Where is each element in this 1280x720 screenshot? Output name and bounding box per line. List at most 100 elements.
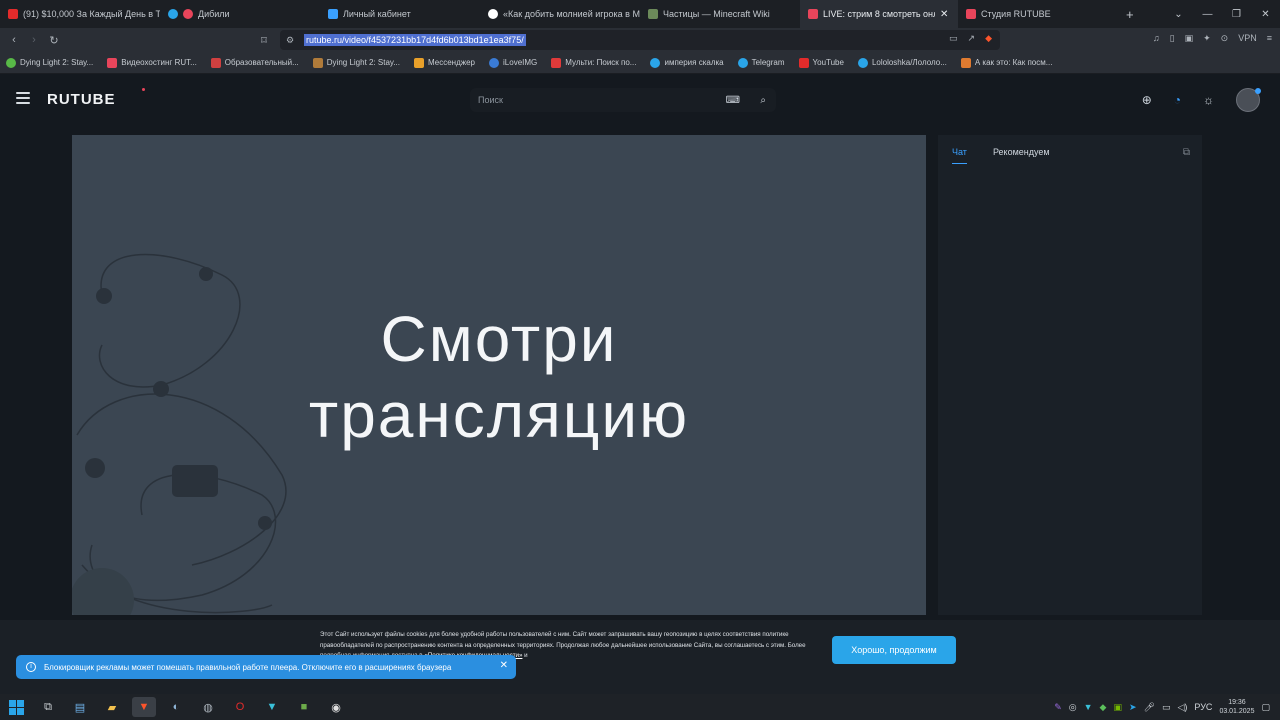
screen-cast-icon[interactable]: ▭: [949, 33, 958, 44]
wallet-icon[interactable]: ▣: [1185, 33, 1194, 44]
bookmark-item[interactable]: Видеохостинг RUT...: [107, 57, 197, 68]
bookmark-favicon-icon: [551, 57, 562, 68]
vpn-label[interactable]: VPN: [1238, 33, 1257, 44]
telegram-tray-icon[interactable]: ➤: [1129, 702, 1137, 713]
reload-icon[interactable]: ↻: [44, 34, 64, 47]
menu-icon[interactable]: ≡: [1267, 33, 1272, 44]
url-text[interactable]: rutube.ru/video/f4537231bb17d4fd6b013bd1…: [304, 34, 526, 46]
minimize-icon[interactable]: —: [1193, 9, 1222, 20]
tray-app-icon[interactable]: ◎: [1069, 702, 1077, 713]
wiki-icon: [648, 9, 658, 19]
search-placeholder: Поиск: [478, 95, 503, 105]
tab-title: (91) $10,000 За Каждый День в Тюрьме: [23, 9, 160, 19]
music-icon[interactable]: ♫: [1153, 33, 1160, 44]
bookmark-item[interactable]: Lololoshka/Лололо...: [857, 57, 947, 68]
obs-icon[interactable]: ◉: [324, 697, 348, 717]
bookmark-item[interactable]: А как это: Как посм...: [960, 57, 1052, 68]
tab-list-icon[interactable]: ⌄: [1164, 9, 1193, 20]
adblock-warning: i Блокировщик рекламы может помешать пра…: [16, 655, 516, 679]
vpn-icon[interactable]: ⊙: [1221, 33, 1229, 44]
browser-tab-cabinet[interactable]: Личный кабинет: [320, 0, 480, 28]
bookmark-item[interactable]: YouTube: [798, 57, 844, 68]
new-tab-button[interactable]: +: [1118, 0, 1148, 28]
browser-tab-minecraft-wiki[interactable]: Частицы — Minecraft Wiki: [640, 0, 800, 28]
microphone-icon[interactable]: 🎤︎: [1144, 702, 1155, 713]
tab-title: LIVE: стрим 8 смотреть онлайн: [823, 9, 935, 19]
bookmark-item[interactable]: Telegram: [737, 57, 785, 68]
volume-icon[interactable]: ◁): [1177, 702, 1187, 713]
system-tray: ✎ ◎ ▼ ◆ ▣ ➤ 🎤︎ ▭ ◁) РУС 19:36 03.01.2025…: [1054, 694, 1280, 720]
bookmark-label: Мульти: Поиск по...: [565, 58, 637, 67]
task-view-icon[interactable]: ⧉: [36, 697, 60, 717]
window-controls: ⌄ — ❐ ✕: [1164, 0, 1280, 28]
maximize-icon[interactable]: ❐: [1222, 9, 1251, 20]
rutube-icon: [808, 9, 818, 19]
accept-cookies-button[interactable]: Хорошо, продолжим: [832, 636, 956, 664]
tab-chat[interactable]: Чат: [952, 147, 967, 164]
url-field[interactable]: ⚙ rutube.ru/video/f4537231bb17d4fd6b013b…: [280, 30, 1000, 50]
network-icon[interactable]: ▭: [1162, 702, 1171, 713]
upload-icon[interactable]: ⊕: [1142, 93, 1152, 107]
vpn-tray-icon[interactable]: ▼: [1084, 702, 1093, 712]
bookmark-icon[interactable]: ⌑: [254, 34, 274, 47]
close-tab-icon[interactable]: ✕: [940, 9, 948, 20]
minecraft-icon[interactable]: ■: [292, 697, 316, 717]
rutube-logo[interactable]: RUTUBE: [47, 91, 116, 108]
notepad-icon[interactable]: ▤: [68, 697, 92, 717]
browser-tab-studio[interactable]: Студия RUTUBE: [958, 0, 1118, 28]
tab-recommended[interactable]: Рекомендуем: [993, 147, 1050, 164]
share-icon[interactable]: ↗: [968, 33, 976, 44]
bookmark-item[interactable]: империя скалка: [650, 57, 724, 68]
steam-icon[interactable]: ◐: [164, 697, 188, 717]
sidebar-icon[interactable]: ▯: [1170, 33, 1175, 44]
notification-center-icon[interactable]: ▢: [1261, 702, 1270, 713]
windows-start-icon[interactable]: [4, 697, 28, 717]
pen-icon[interactable]: ✎: [1054, 702, 1062, 713]
browser-tab-live-stream[interactable]: LIVE: стрим 8 смотреть онлайн ✕: [800, 0, 958, 28]
bookmark-item[interactable]: Dying Light 2: Stay...: [312, 57, 400, 68]
clock[interactable]: 19:36 03.01.2025: [1219, 698, 1254, 716]
opera-icon[interactable]: O: [228, 697, 252, 717]
tab-title: Студия RUTUBE: [981, 9, 1051, 19]
file-explorer-icon[interactable]: ▰: [100, 697, 124, 717]
back-icon[interactable]: ‹: [4, 34, 24, 46]
close-window-icon[interactable]: ✕: [1251, 9, 1280, 20]
vpn-app-icon[interactable]: ▼: [260, 697, 284, 717]
menu-icon[interactable]: [16, 92, 30, 104]
browser-tab-minecraft-lightning[interactable]: «Как добить молнией игрока в Майнкрафт»: [480, 0, 640, 28]
bookmark-label: Видеохостинг RUT...: [121, 58, 197, 67]
brave-browser-icon[interactable]: ▼: [132, 697, 156, 717]
site-header: RUTUBE Поиск ⌨ ⌕ ⊕ ◔ ☼: [0, 74, 1280, 126]
bookmark-item[interactable]: Мессенджер: [414, 57, 475, 68]
bookmark-item[interactable]: Образовательный...: [210, 57, 299, 68]
avatar[interactable]: [1236, 88, 1261, 112]
site-info-icon[interactable]: ⚙: [286, 35, 294, 46]
close-icon[interactable]: ✕: [500, 660, 508, 671]
telegram-icon: [168, 9, 178, 19]
extensions-icon[interactable]: ✦: [1203, 33, 1211, 44]
brave-shield-icon[interactable]: ◆: [985, 33, 992, 44]
clock-date: 03.01.2025: [1219, 708, 1255, 715]
forward-icon[interactable]: ›: [24, 34, 44, 46]
bookmark-favicon-icon: [857, 57, 868, 68]
browser-tab-bar: (91) $10,000 За Каждый День в Тюрьме Диб…: [0, 0, 1280, 28]
nvidia-icon[interactable]: ▣: [1113, 702, 1122, 713]
bookmark-label: Образовательный...: [224, 58, 299, 67]
minecraft-launcher-icon[interactable]: ◍: [196, 697, 220, 717]
notifications-icon[interactable]: ◔: [1174, 93, 1181, 107]
bookmark-item[interactable]: iLoveIMG: [489, 57, 537, 68]
language-indicator[interactable]: РУС: [1194, 702, 1212, 712]
theme-toggle-icon[interactable]: ☼: [1203, 93, 1214, 107]
search-icon[interactable]: ⌕: [760, 95, 766, 106]
keyboard-icon[interactable]: ⌨: [726, 95, 740, 106]
player-placeholder-title: Смотри трансляцию: [72, 301, 926, 453]
shield-icon[interactable]: ◆: [1100, 702, 1107, 713]
bookmark-label: YouTube: [812, 58, 844, 67]
browser-tab-youtube[interactable]: (91) $10,000 За Каждый День в Тюрьме: [0, 0, 160, 28]
bookmark-item[interactable]: Dying Light 2: Stay...: [6, 57, 93, 68]
video-player[interactable]: Смотри трансляцию: [72, 135, 926, 615]
bookmark-item[interactable]: Мульти: Поиск по...: [551, 57, 637, 68]
search-input[interactable]: Поиск ⌨ ⌕: [470, 88, 776, 112]
external-link-icon[interactable]: ⧉: [1183, 147, 1190, 158]
browser-tab-dibili[interactable]: Дибили: [160, 0, 320, 28]
